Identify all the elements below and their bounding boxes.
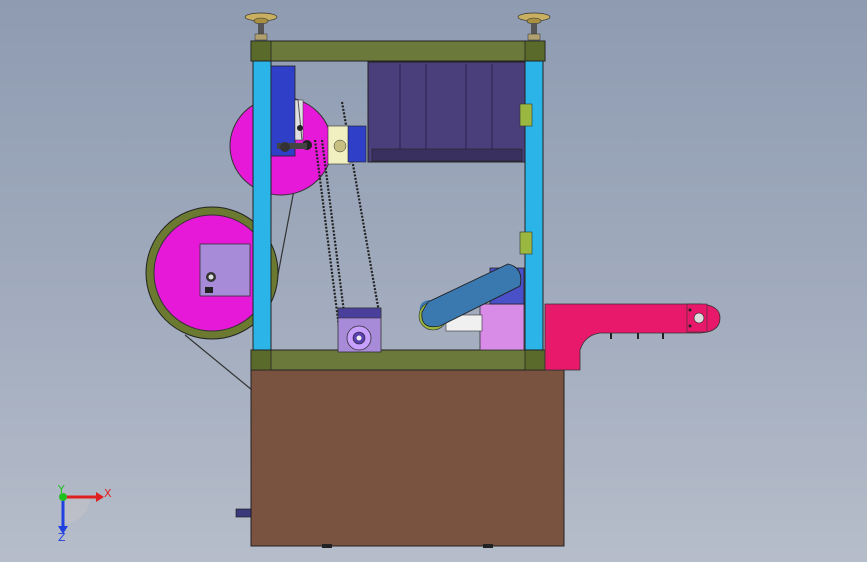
upper-sprocket-bracket (327, 125, 367, 165)
triad-x-arrow (96, 492, 104, 502)
triad-quarter-disc (63, 497, 90, 524)
reel-belt-upper (275, 189, 295, 286)
frame-top-beam (250, 40, 546, 62)
frame-corner-bl (250, 349, 272, 371)
frame-bottom-beam (250, 349, 546, 371)
axis-triad: X Y Z (57, 483, 112, 544)
extension-arm[interactable] (544, 303, 721, 371)
side-handle (235, 508, 252, 518)
cad-viewport[interactable]: X Y Z (0, 0, 867, 562)
triad-x-label: X (104, 487, 112, 500)
base-cabinet[interactable] (250, 369, 565, 547)
triad-y-label: Y (57, 483, 65, 496)
cabinet-foot-left (322, 544, 332, 548)
leveling-foot-left[interactable] (244, 12, 278, 41)
frame-corner-tl (250, 40, 272, 62)
frame-corner-br (524, 349, 546, 371)
leveling-foot-right[interactable] (517, 12, 551, 41)
motor-box[interactable] (367, 61, 526, 163)
frame-post-left (252, 60, 272, 351)
frame-corner-tr (524, 40, 546, 62)
reel-belt-lower (184, 334, 253, 391)
gear-motor[interactable] (337, 307, 382, 353)
triad-z-label: Z (58, 531, 66, 544)
linear-actuator[interactable] (418, 263, 525, 351)
hinge-lower (519, 231, 533, 255)
machine-assembly-drawing: X Y Z (57, 12, 721, 548)
cabinet-foot-right (483, 544, 493, 548)
hinge-upper (519, 103, 533, 127)
